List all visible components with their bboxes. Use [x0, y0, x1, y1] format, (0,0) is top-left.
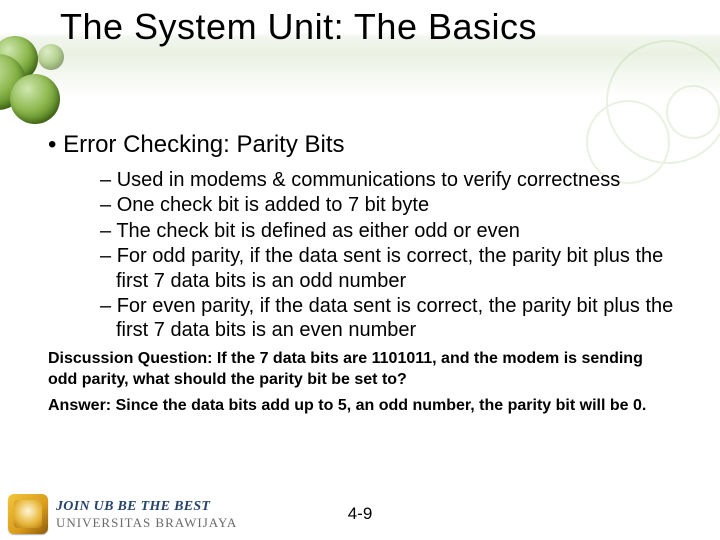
- slide-body: Error Checking: Parity Bits Used in mode…: [48, 130, 690, 423]
- slide: The System Unit: The Basics Error Checki…: [0, 0, 720, 540]
- footer-tagline: JOIN UB BE THE BEST: [56, 500, 237, 514]
- sub-bullet: The check bit is defined as either odd o…: [100, 219, 690, 243]
- slide-title: The System Unit: The Basics: [60, 6, 700, 48]
- discussion-block: Discussion Question: If the 7 data bits …: [48, 349, 690, 417]
- sub-bullet: For even parity, if the data sent is cor…: [100, 294, 690, 343]
- bullet-main: Error Checking: Parity Bits: [48, 130, 690, 160]
- university-crest-icon: [8, 494, 48, 534]
- sub-bullet: Used in modems & communications to verif…: [100, 168, 690, 192]
- sub-bullet: For odd parity, if the data sent is corr…: [100, 244, 690, 293]
- footer-university-name: UNIVERSITAS BRAWIJAYA: [56, 516, 237, 529]
- footer-text: JOIN UB BE THE BEST UNIVERSITAS BRAWIJAY…: [56, 500, 237, 529]
- footer-branding: JOIN UB BE THE BEST UNIVERSITAS BRAWIJAY…: [8, 494, 237, 534]
- discussion-question: Discussion Question: If the 7 data bits …: [48, 349, 670, 391]
- discussion-answer: Answer: Since the data bits add up to 5,…: [48, 396, 670, 417]
- sub-bullet: One check bit is added to 7 bit byte: [100, 193, 690, 217]
- sub-bullets: Used in modems & communications to verif…: [48, 168, 690, 343]
